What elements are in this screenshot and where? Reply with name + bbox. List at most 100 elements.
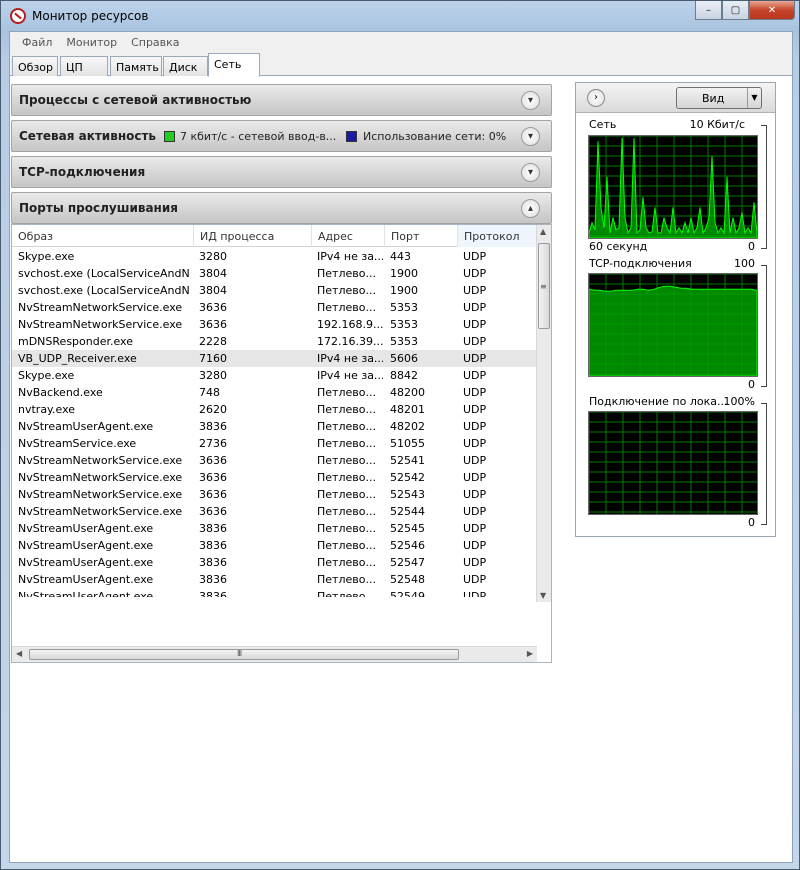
- cell-address: Петлево...: [317, 284, 376, 297]
- ports-table-header: Образ ИД процесса Адрес Порт ⌃ Протокол: [12, 224, 537, 247]
- section-processes-header[interactable]: Процессы с сетевой активностью ▾: [11, 84, 552, 116]
- table-row[interactable]: NvStreamUserAgent.exe 3836 Петлево... 52546…: [12, 537, 537, 554]
- section-ports-header[interactable]: Порты прослушивания ▴: [11, 192, 552, 224]
- tab-disk[interactable]: Диск: [163, 56, 208, 76]
- cell-port: 5353: [390, 318, 418, 331]
- dropdown-arrow-icon[interactable]: ▼: [747, 88, 761, 108]
- cell-port: 443: [390, 250, 411, 263]
- table-row[interactable]: mDNSResponder.exe 2228 172.16.39... 5353 UDP: [12, 333, 537, 350]
- column-address[interactable]: Адрес: [312, 225, 385, 247]
- cell-protocol: UDP: [463, 590, 487, 597]
- horizontal-scroll-thumb[interactable]: III: [29, 649, 459, 660]
- cell-pid: 3836: [199, 522, 227, 535]
- graph-lan-svg: [589, 412, 757, 514]
- scroll-left-arrow-icon[interactable]: ◀: [16, 649, 22, 658]
- section-tcp-header[interactable]: TCP-подключения ▾: [11, 156, 552, 188]
- table-row[interactable]: NvBackend.exe 748 Петлево... 48200 UDP: [12, 384, 537, 401]
- table-row[interactable]: Skype.exe 3280 IPv4 не за... 8842 UDP: [12, 367, 537, 384]
- menu-monitor[interactable]: Монитор: [59, 36, 124, 49]
- network-usage-series: [589, 137, 757, 238]
- horizontal-scrollbar[interactable]: ◀ III ▶: [12, 646, 537, 662]
- table-row[interactable]: NvStreamService.exe 2736 Петлево... 51055 UD…: [12, 435, 537, 452]
- menu-file[interactable]: Файл: [15, 36, 59, 49]
- cell-protocol: UDP: [463, 437, 487, 450]
- graph-network-svg: [589, 136, 757, 238]
- graph-tcp: [588, 273, 758, 377]
- table-row[interactable]: NvStreamUserAgent.exe 3836 Петлево... 52545…: [12, 520, 537, 537]
- cell-pid: 7160: [199, 352, 227, 365]
- cell-pid: 3836: [199, 539, 227, 552]
- column-port[interactable]: Порт: [385, 225, 458, 247]
- table-row[interactable]: NvStreamNetworkService.exe 3636 Петлево...…: [12, 452, 537, 469]
- table-row[interactable]: Skype.exe 3280 IPv4 не за... 443 UDP: [12, 248, 537, 265]
- chevron-down-icon[interactable]: ▾: [521, 127, 540, 146]
- title-bar[interactable]: Монитор ресурсов – ▢ ✕: [1, 1, 800, 31]
- cell-protocol: UDP: [463, 267, 487, 280]
- table-row[interactable]: NvStreamUserAgent.exe 3836 Петлево... 52548…: [12, 571, 537, 588]
- cell-pid: 3636: [199, 471, 227, 484]
- cell-image: NvStreamService.exe: [18, 437, 137, 450]
- close-button[interactable]: ✕: [749, 1, 795, 20]
- cell-address: Петлево...: [317, 488, 376, 501]
- table-row[interactable]: NvStreamNetworkService.exe 3636 Петлево...…: [12, 299, 537, 316]
- cell-protocol: UDP: [463, 318, 487, 331]
- scroll-right-arrow-icon[interactable]: ▶: [527, 649, 533, 658]
- tab-network[interactable]: Сеть: [208, 53, 260, 77]
- graph-lan-max: 100%: [723, 395, 755, 408]
- minimize-button[interactable]: –: [695, 1, 722, 20]
- cell-protocol: UDP: [463, 284, 487, 297]
- collapse-arrow-icon[interactable]: ›: [587, 89, 605, 107]
- table-row[interactable]: NvStreamUserAgent.exe 3836 Петлево... 52547…: [12, 554, 537, 571]
- view-button-label: Вид: [702, 92, 725, 105]
- window-title: Монитор ресурсов: [32, 9, 149, 23]
- cell-port: 52544: [390, 505, 425, 518]
- graph-network-title: Сеть: [589, 118, 617, 131]
- column-pid[interactable]: ИД процесса: [194, 225, 312, 247]
- view-button[interactable]: Вид ▼: [676, 87, 762, 109]
- table-row[interactable]: NvStreamUserAgent.exe 3836 Петлево... 52549…: [12, 588, 537, 597]
- vertical-scrollbar[interactable]: ▲ ≡ ▼: [536, 225, 551, 602]
- chevron-down-icon[interactable]: ▾: [521, 163, 540, 182]
- chevron-down-icon[interactable]: ▾: [521, 91, 540, 110]
- section-activity-header[interactable]: Сетевая активность 7 кбит/с - сетевой вв…: [11, 120, 552, 152]
- table-row[interactable]: VB_UDP_Receiver.exe 7160 IPv4 не за... 5606…: [12, 350, 537, 367]
- table-row[interactable]: svchost.exe (LocalServiceAndNo... 3804 Пет…: [12, 282, 537, 299]
- graph-lan-min: 0: [748, 516, 755, 529]
- table-row[interactable]: NvStreamNetworkService.exe 3636 Петлево...…: [12, 469, 537, 486]
- cell-port: 48200: [390, 386, 425, 399]
- table-row[interactable]: NvStreamNetworkService.exe 3636 Петлево...…: [12, 486, 537, 503]
- scroll-down-arrow-icon[interactable]: ▼: [540, 591, 546, 600]
- cell-port: 52546: [390, 539, 425, 552]
- cell-pid: 3836: [199, 556, 227, 569]
- chevron-up-icon[interactable]: ▴: [521, 199, 540, 218]
- cell-address: Петлево...: [317, 573, 376, 586]
- table-row[interactable]: NvStreamUserAgent.exe 3836 Петлево... 48202…: [12, 418, 537, 435]
- cell-protocol: UDP: [463, 471, 487, 484]
- cell-image: Skype.exe: [18, 369, 75, 382]
- cell-protocol: UDP: [463, 556, 487, 569]
- cell-protocol: UDP: [463, 420, 487, 433]
- tab-overview[interactable]: Обзор: [12, 56, 58, 76]
- cell-address: IPv4 не за...: [317, 250, 383, 263]
- table-row[interactable]: nvtray.exe 2620 Петлево... 48201 UDP: [12, 401, 537, 418]
- tab-cpu[interactable]: ЦП: [60, 56, 108, 76]
- cell-image: NvStreamNetworkService.exe: [18, 471, 183, 484]
- section-processes-title: Процессы с сетевой активностью: [19, 93, 252, 107]
- resource-monitor-window: Монитор ресурсов – ▢ ✕ Файл Монитор Спра…: [0, 0, 800, 870]
- cell-pid: 3280: [199, 369, 227, 382]
- column-protocol[interactable]: ⌃ Протокол: [458, 224, 537, 247]
- cell-address: Петлево...: [317, 386, 376, 399]
- cell-address: Петлево...: [317, 556, 376, 569]
- cell-protocol: UDP: [463, 403, 487, 416]
- ports-table-body: Skype.exe 3280 IPv4 не за... 443 UDP svchost.…: [12, 248, 537, 597]
- table-row[interactable]: NvStreamNetworkService.exe 3636 Петлево...…: [12, 503, 537, 520]
- table-row[interactable]: NvStreamNetworkService.exe 3636 192.168.9.…: [12, 316, 537, 333]
- column-image[interactable]: Образ: [12, 225, 194, 247]
- maximize-button[interactable]: ▢: [722, 1, 749, 20]
- menu-help[interactable]: Справка: [124, 36, 186, 49]
- table-row[interactable]: svchost.exe (LocalServiceAndNo... 3804 Пет…: [12, 265, 537, 282]
- vertical-scroll-thumb[interactable]: ≡: [538, 243, 550, 329]
- tab-memory[interactable]: Память: [110, 56, 162, 76]
- scroll-up-arrow-icon[interactable]: ▲: [540, 227, 546, 236]
- cell-address: Петлево...: [317, 522, 376, 535]
